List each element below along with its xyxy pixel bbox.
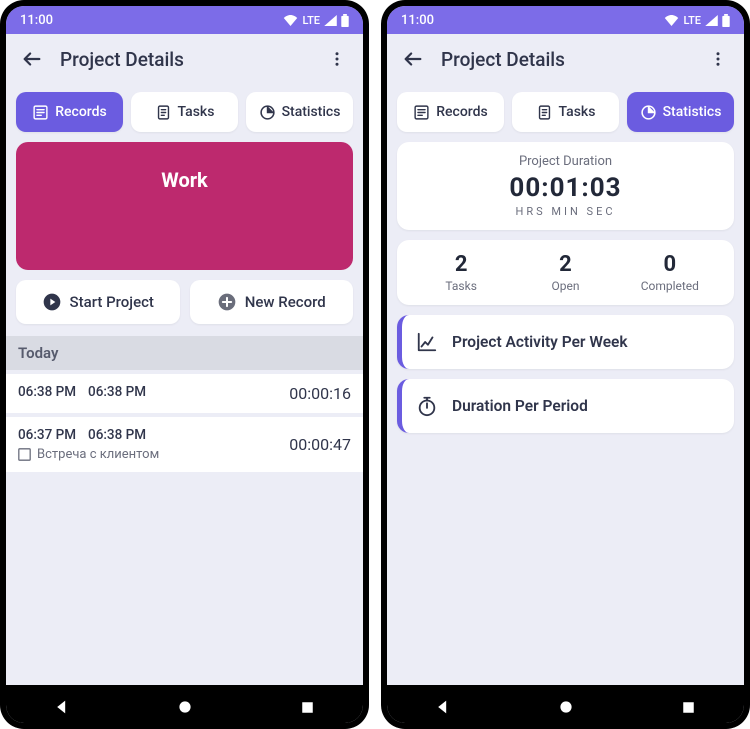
tab-tasks[interactable]: Tasks <box>512 92 619 132</box>
phone-left: 11:00 LTE Project Details Records <box>0 0 369 729</box>
battery-icon <box>722 14 730 27</box>
phone-right: 11:00 LTE Project Details Records <box>381 0 750 729</box>
nav-back-icon[interactable] <box>54 699 70 715</box>
screen-right: 11:00 LTE Project Details Records <box>387 6 744 723</box>
nav-recent-icon[interactable] <box>300 700 315 715</box>
tab-tasks-label: Tasks <box>178 104 215 120</box>
count-tasks: 2 Tasks <box>409 252 513 293</box>
new-record-label: New Record <box>245 293 326 311</box>
today-header: Today <box>6 336 363 370</box>
tab-statistics-label: Statistics <box>282 104 341 120</box>
record-task-name: Встреча с клиентом <box>37 447 159 462</box>
network-text: LTE <box>302 14 320 27</box>
duration-card: Project Duration 00:01:03 HRS MIN SEC <box>397 142 734 230</box>
duration-value: 00:01:03 <box>409 173 722 203</box>
record-end: 06:38 PM <box>88 384 146 400</box>
content-right: Records Tasks Statistics Project Duratio… <box>387 84 744 685</box>
statistics-icon <box>259 104 276 121</box>
status-bar: 11:00 LTE <box>6 6 363 34</box>
tabs: Records Tasks Statistics <box>397 92 734 132</box>
stopwatch-icon <box>416 395 438 417</box>
tab-statistics[interactable]: Statistics <box>627 92 734 132</box>
count-label: Completed <box>618 279 722 293</box>
play-icon <box>42 292 62 312</box>
screen-left: 11:00 LTE Project Details Records <box>6 6 363 723</box>
nav-home-icon[interactable] <box>558 699 574 715</box>
records-icon <box>32 104 49 121</box>
counts-card: 2 Tasks 2 Open 0 Completed <box>397 240 734 305</box>
record-duration: 00:00:16 <box>289 384 351 403</box>
duration-label: Project Duration <box>409 154 722 169</box>
status-icons: LTE <box>283 14 349 27</box>
record-end: 06:38 PM <box>88 427 146 443</box>
record-duration: 00:00:47 <box>289 435 351 454</box>
chart-icon <box>416 331 438 353</box>
tab-tasks[interactable]: Tasks <box>131 92 238 132</box>
clock-text: 11:00 <box>401 13 434 28</box>
duration-units: HRS MIN SEC <box>409 205 722 218</box>
activity-link-label: Project Activity Per Week <box>452 333 628 351</box>
wifi-icon <box>664 15 679 26</box>
tasks-icon <box>155 104 172 121</box>
nav-back-icon[interactable] <box>435 699 451 715</box>
duration-link-label: Duration Per Period <box>452 397 588 415</box>
tab-records-label: Records <box>55 104 106 120</box>
network-text: LTE <box>683 14 701 27</box>
overflow-menu-button[interactable] <box>321 43 353 75</box>
back-button[interactable] <box>16 43 48 75</box>
count-value: 2 <box>409 252 513 277</box>
record-start: 06:38 PM <box>18 384 76 400</box>
tabs: Records Tasks Statistics <box>16 92 353 132</box>
nav-home-icon[interactable] <box>177 699 193 715</box>
tab-records[interactable]: Records <box>397 92 504 132</box>
android-navbar <box>6 685 363 723</box>
count-label: Open <box>513 279 617 293</box>
activity-per-week-link[interactable]: Project Activity Per Week <box>397 315 734 369</box>
page-title: Project Details <box>60 48 321 71</box>
count-open: 2 Open <box>513 252 617 293</box>
nav-recent-icon[interactable] <box>681 700 696 715</box>
tab-records-label: Records <box>436 104 487 120</box>
tab-tasks-label: Tasks <box>559 104 596 120</box>
status-icons: LTE <box>664 14 730 27</box>
record-item[interactable]: 06:37 PM 06:38 PM Встреча с клиентом 00:… <box>6 417 363 472</box>
clock-text: 11:00 <box>20 13 53 28</box>
button-row: Start Project New Record <box>16 280 353 324</box>
tab-statistics[interactable]: Statistics <box>246 92 353 132</box>
wifi-icon <box>283 15 298 26</box>
plus-icon <box>217 292 237 312</box>
app-bar: Project Details <box>6 34 363 84</box>
start-project-label: Start Project <box>70 293 154 311</box>
status-bar: 11:00 LTE <box>387 6 744 34</box>
tab-statistics-label: Statistics <box>663 104 722 120</box>
project-card[interactable]: Work <box>16 142 353 270</box>
record-item[interactable]: 06:38 PM 06:38 PM 00:00:16 <box>6 374 363 413</box>
record-start: 06:37 PM <box>18 427 76 443</box>
tasks-icon <box>536 104 553 121</box>
records-icon <box>413 104 430 121</box>
page-title: Project Details <box>441 48 702 71</box>
duration-per-period-link[interactable]: Duration Per Period <box>397 379 734 433</box>
start-project-button[interactable]: Start Project <box>16 280 180 324</box>
count-label: Tasks <box>409 279 513 293</box>
signal-icon <box>705 15 718 26</box>
android-navbar <box>387 685 744 723</box>
count-value: 0 <box>618 252 722 277</box>
tab-records[interactable]: Records <box>16 92 123 132</box>
content-left: Records Tasks Statistics Work Start Proj… <box>6 84 363 685</box>
battery-icon <box>341 14 349 27</box>
count-completed: 0 Completed <box>618 252 722 293</box>
project-name: Work <box>161 168 208 192</box>
checkbox-empty-icon <box>18 448 31 461</box>
app-bar: Project Details <box>387 34 744 84</box>
new-record-button[interactable]: New Record <box>190 280 354 324</box>
statistics-icon <box>640 104 657 121</box>
back-button[interactable] <box>397 43 429 75</box>
overflow-menu-button[interactable] <box>702 43 734 75</box>
signal-icon <box>324 15 337 26</box>
count-value: 2 <box>513 252 617 277</box>
